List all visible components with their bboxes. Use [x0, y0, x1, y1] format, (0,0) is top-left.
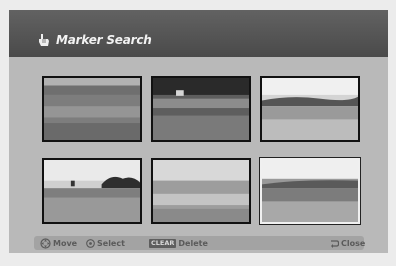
clear-key-icon: CLEAR — [149, 238, 177, 248]
marker-search-screen: Marker Search Move Select CLEAR Delete C… — [9, 10, 388, 253]
thumbnail-image — [262, 78, 358, 140]
thumbnail-image — [262, 160, 358, 222]
thumbnail-1[interactable] — [42, 76, 142, 142]
close-label: Close — [341, 238, 366, 248]
delete-label: Delete — [178, 238, 208, 248]
thumbnail-image — [153, 78, 249, 140]
title-area: Marker Search — [37, 31, 152, 49]
delete-hint: CLEAR Delete — [149, 236, 208, 250]
help-bar: Move Select CLEAR Delete Close — [34, 236, 365, 250]
thumbnail-6[interactable] — [259, 157, 361, 225]
thumbnail-4[interactable] — [42, 158, 142, 224]
move-label: Move — [53, 238, 78, 248]
move-hint: Move — [40, 236, 77, 250]
thumbnail-3[interactable] — [260, 76, 360, 142]
close-hint: Close — [330, 236, 365, 250]
select-label: Select — [97, 238, 125, 248]
hand-pointer-icon — [39, 34, 49, 46]
thumbnail-5[interactable] — [151, 158, 251, 224]
return-icon — [331, 239, 339, 248]
select-hint: Select — [86, 236, 125, 250]
thumbnail-image — [44, 78, 140, 140]
enter-icon — [86, 238, 95, 248]
thumbnail-image — [153, 160, 249, 222]
header-bar: Marker Search — [9, 10, 388, 57]
page-title: Marker Search — [56, 33, 152, 47]
thumbnail-2[interactable] — [151, 76, 251, 142]
thumbnail-image — [44, 160, 140, 222]
dpad-icon — [40, 237, 51, 249]
